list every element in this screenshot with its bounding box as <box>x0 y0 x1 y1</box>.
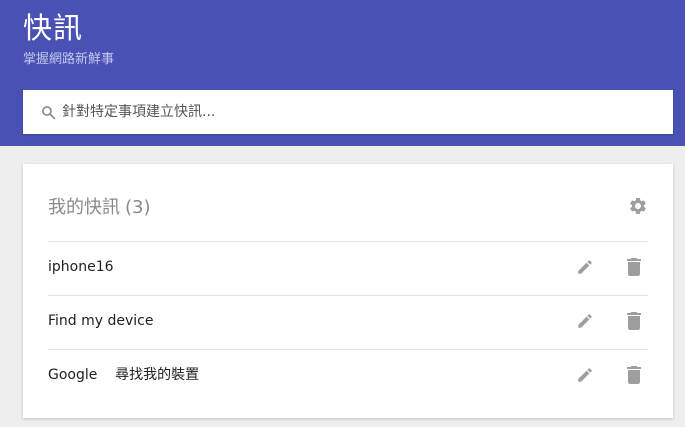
alerts-page: 快訊 掌握網路新鮮事 我的快訊(3) iphone16 Fi <box>0 0 685 427</box>
alert-label[interactable]: Find my device <box>48 311 154 331</box>
pencil-icon[interactable] <box>576 258 594 276</box>
trash-icon[interactable] <box>627 312 641 330</box>
alert-row[interactable]: iphone16 <box>48 241 648 296</box>
my-alerts-title: 我的快訊 <box>48 197 120 218</box>
trash-icon[interactable] <box>627 258 641 276</box>
alert-row[interactable]: Google 尋找我的裝置 <box>48 349 648 404</box>
alerts-count: (3) <box>125 197 151 218</box>
my-alerts-heading: 我的快訊 (3) <box>48 196 151 220</box>
search-bar[interactable] <box>23 90 673 134</box>
pencil-icon[interactable] <box>576 366 594 384</box>
page-subtitle: 掌握網路新鮮事 <box>23 52 115 67</box>
my-alerts-card: 我的快訊(3) iphone16 Find my device Google <box>23 164 673 418</box>
page-title: 快訊 <box>23 11 84 45</box>
alert-label[interactable]: iphone16 <box>48 257 114 277</box>
app-header: 快訊 掌握網路新鮮事 <box>0 0 685 146</box>
pencil-icon[interactable] <box>576 312 594 330</box>
search-icon <box>42 106 56 120</box>
trash-icon[interactable] <box>627 366 641 384</box>
search-input[interactable] <box>62 90 662 134</box>
alert-label[interactable]: Google 尋找我的裝置 <box>48 365 199 385</box>
alert-row[interactable]: Find my device <box>48 295 648 350</box>
gear-icon[interactable] <box>628 196 648 216</box>
